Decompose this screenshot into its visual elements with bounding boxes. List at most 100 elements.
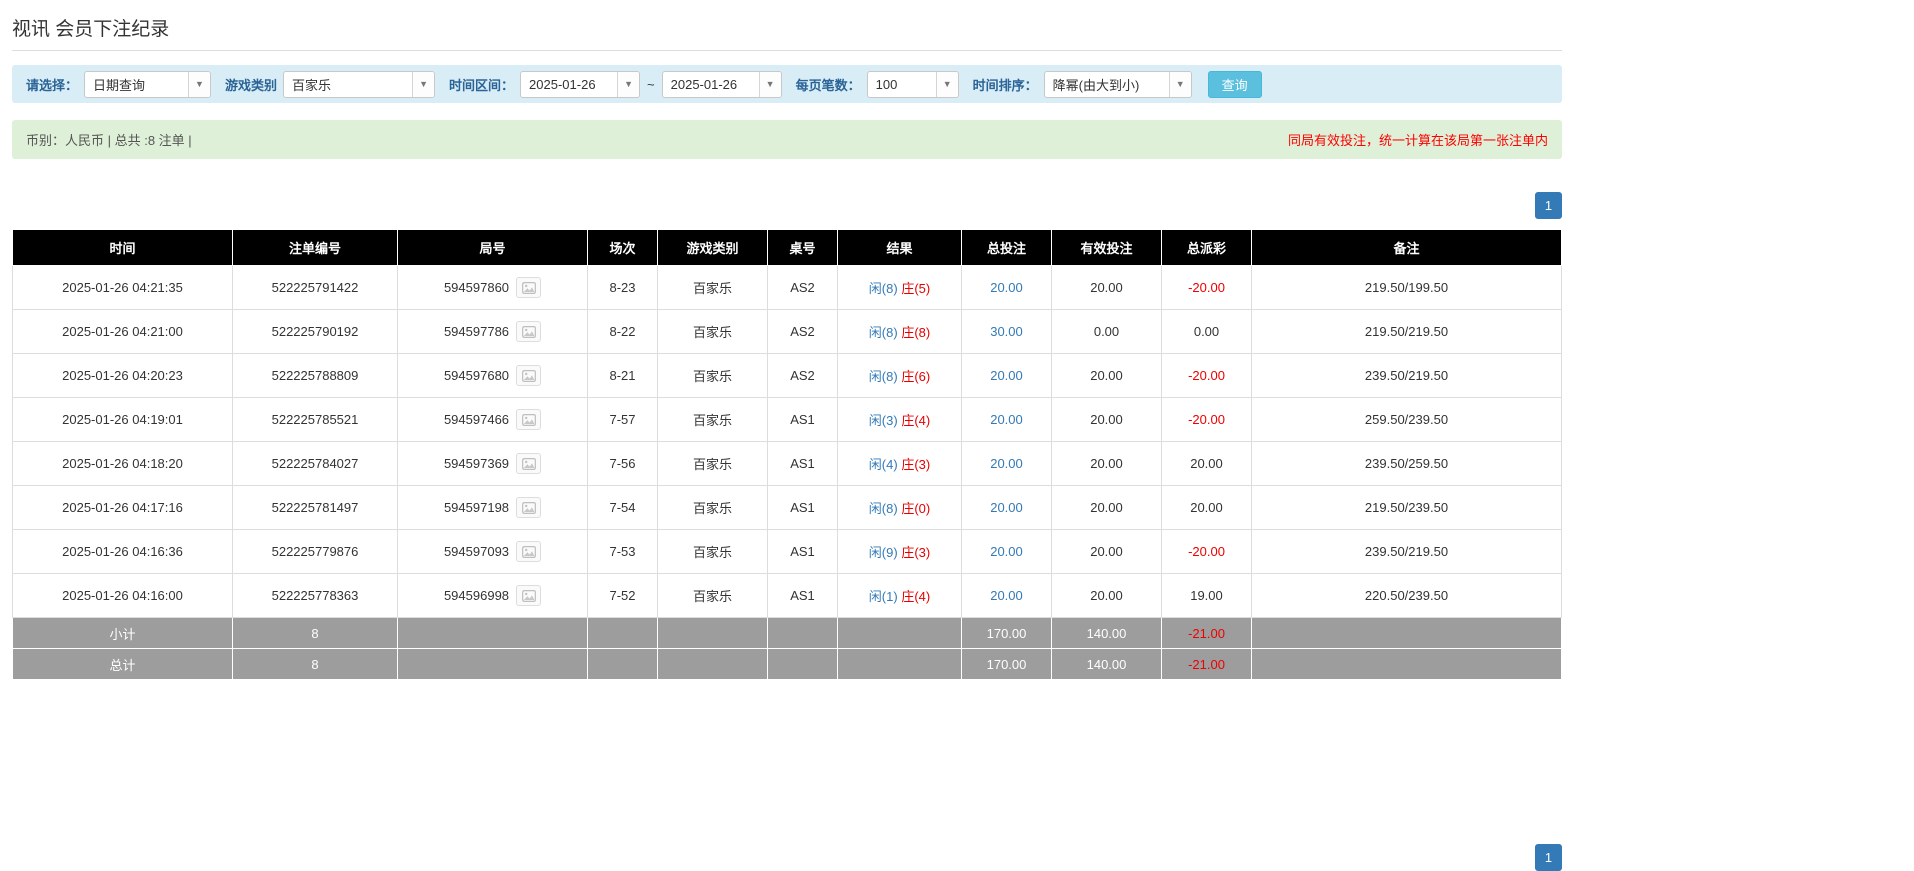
chevron-down-icon[interactable]: ▼ (936, 72, 958, 97)
round-cell: 594597093 (398, 530, 588, 574)
footer-empty-cell (768, 618, 838, 649)
footer-empty-cell (588, 649, 658, 680)
search-button[interactable]: 查询 (1208, 71, 1262, 98)
date-from-input[interactable] (521, 72, 617, 97)
result-cell: 闲(8) 庄(5) (838, 266, 962, 310)
session-no: 8-21 (588, 354, 658, 398)
footer-empty-cell (1252, 649, 1562, 680)
session-no: 7-57 (588, 398, 658, 442)
chevron-down-icon[interactable]: ▼ (412, 72, 434, 97)
total-bet-cell: 20.00 (962, 398, 1052, 442)
video-replay-button[interactable] (516, 453, 541, 474)
bet-id: 522225788809 (233, 354, 398, 398)
total-bet-link[interactable]: 20.00 (990, 500, 1023, 515)
date-to-combobox[interactable]: ▼ (662, 71, 782, 98)
chevron-down-icon[interactable]: ▼ (759, 72, 781, 97)
total-bet-link[interactable]: 20.00 (990, 368, 1023, 383)
total-bet-link[interactable]: 20.00 (990, 412, 1023, 427)
bet-time: 2025-01-26 04:20:23 (13, 354, 233, 398)
round-cell: 594597786 (398, 310, 588, 354)
valid-bet: 20.00 (1052, 530, 1162, 574)
result-player: 闲(1) (869, 589, 898, 604)
query-type-input[interactable] (85, 72, 188, 97)
valid-bet: 20.00 (1052, 486, 1162, 530)
video-replay-button[interactable] (516, 541, 541, 562)
bet-time: 2025-01-26 04:16:36 (13, 530, 233, 574)
result-banker: 庄(4) (901, 589, 930, 604)
page-size-input[interactable] (868, 72, 936, 97)
page-size-combobox[interactable]: ▼ (867, 71, 959, 98)
table-no: AS1 (768, 530, 838, 574)
table-row: 2025-01-26 04:16:36 522225779876 5945970… (13, 530, 1562, 574)
total-row: 总计 8 170.00 140.00 -21.00 (13, 649, 1562, 680)
select-label: 请选择： (26, 75, 78, 94)
game-type: 百家乐 (658, 574, 768, 618)
game-type: 百家乐 (658, 398, 768, 442)
chevron-down-icon[interactable]: ▼ (617, 72, 639, 97)
round-id: 594596998 (444, 588, 509, 603)
remark: 219.50/239.50 (1252, 486, 1562, 530)
game-type: 百家乐 (658, 442, 768, 486)
chevron-down-icon[interactable]: ▼ (1169, 72, 1191, 97)
result-player: 闲(8) (869, 281, 898, 296)
query-type-combobox[interactable]: ▼ (84, 71, 211, 98)
payout-amount: 20.00 (1162, 442, 1252, 486)
summary-currency-count: 币别：人民币 | 总共 :8 注单 | (26, 130, 192, 149)
video-replay-button[interactable] (516, 321, 541, 342)
subtotal-row: 小计 8 170.00 140.00 -21.00 (13, 618, 1562, 649)
session-no: 8-22 (588, 310, 658, 354)
total-payout: -21.00 (1162, 649, 1252, 680)
image-icon (522, 282, 536, 294)
video-replay-button[interactable] (516, 277, 541, 298)
sort-combobox[interactable]: ▼ (1044, 71, 1192, 98)
footer-empty-cell (838, 618, 962, 649)
total-bet-link[interactable]: 30.00 (990, 324, 1023, 339)
col-header-valid-bet: 有效投注 (1052, 230, 1162, 266)
pagination-bottom: 1 (12, 844, 1562, 871)
valid-bet: 20.00 (1052, 442, 1162, 486)
game-type-combobox[interactable]: ▼ (283, 71, 435, 98)
subtotal-label: 小计 (13, 618, 233, 649)
result-cell: 闲(9) 庄(3) (838, 530, 962, 574)
footer-empty-cell (1252, 618, 1562, 649)
filter-bar: 请选择： ▼ 游戏类别 ▼ 时间区间： ▼ ~ ▼ (12, 65, 1562, 103)
table-footer: 小计 8 170.00 140.00 -21.00 总计 8 (13, 618, 1562, 680)
result-banker: 庄(4) (901, 413, 930, 428)
bet-records-table: 时间 注单编号 局号 场次 游戏类别 桌号 结果 总投注 有效投注 总派彩 备注… (12, 229, 1562, 680)
bet-id: 522225781497 (233, 486, 398, 530)
video-replay-button[interactable] (516, 497, 541, 518)
table-row: 2025-01-26 04:21:00 522225790192 5945977… (13, 310, 1562, 354)
filter-group-page-size: 每页笔数： ▼ (796, 71, 959, 98)
sort-input[interactable] (1045, 72, 1169, 97)
round-cell: 594597860 (398, 266, 588, 310)
footer-empty-cell (658, 649, 768, 680)
remark: 239.50/259.50 (1252, 442, 1562, 486)
table-no: AS2 (768, 266, 838, 310)
game-type-input[interactable] (284, 72, 412, 97)
total-bet-link[interactable]: 20.00 (990, 280, 1023, 295)
bet-id: 522225791422 (233, 266, 398, 310)
col-header-table-no: 桌号 (768, 230, 838, 266)
round-id: 594597466 (444, 412, 509, 427)
total-bet-link[interactable]: 20.00 (990, 544, 1023, 559)
filter-group-game-type: 游戏类别 ▼ (225, 71, 435, 98)
chevron-down-icon[interactable]: ▼ (188, 72, 210, 97)
date-to-input[interactable] (663, 72, 759, 97)
page-1-button[interactable]: 1 (1535, 844, 1562, 871)
total-bet-cell: 20.00 (962, 530, 1052, 574)
footer-empty-cell (658, 618, 768, 649)
result-banker: 庄(6) (901, 369, 930, 384)
table-row: 2025-01-26 04:17:16 522225781497 5945971… (13, 486, 1562, 530)
video-replay-button[interactable] (516, 585, 541, 606)
date-from-combobox[interactable]: ▼ (520, 71, 640, 98)
video-replay-button[interactable] (516, 365, 541, 386)
page-1-button[interactable]: 1 (1535, 192, 1562, 219)
total-bet-cell: 30.00 (962, 310, 1052, 354)
table-no: AS1 (768, 486, 838, 530)
video-replay-button[interactable] (516, 409, 541, 430)
page-title: 视讯 会员下注纪录 (12, 14, 1562, 51)
bet-time: 2025-01-26 04:21:00 (13, 310, 233, 354)
total-bet-link[interactable]: 20.00 (990, 456, 1023, 471)
col-header-payout: 总派彩 (1162, 230, 1252, 266)
total-bet-link[interactable]: 20.00 (990, 588, 1023, 603)
